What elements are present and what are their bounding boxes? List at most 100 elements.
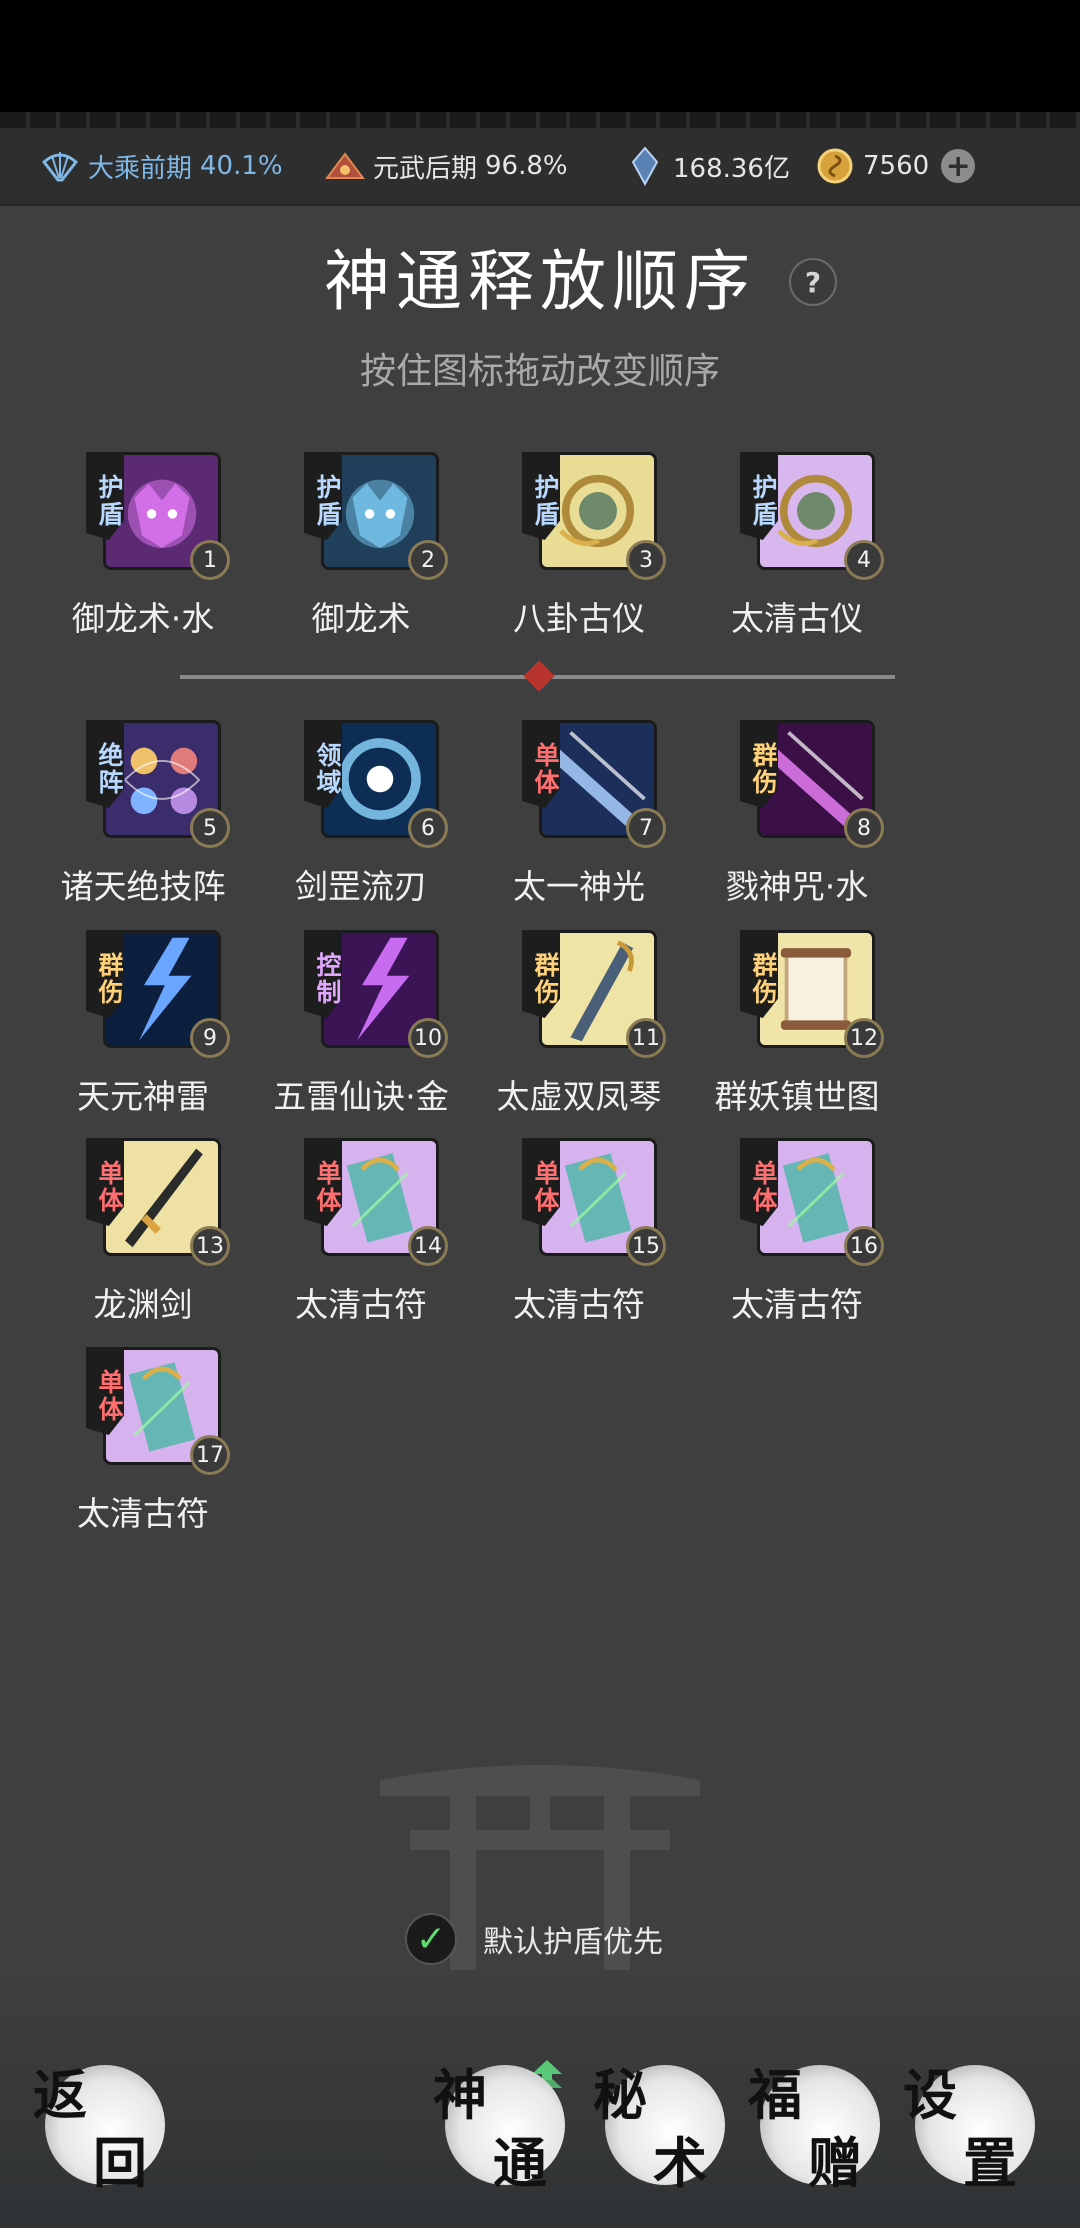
shield-first-option[interactable]: ✓ 默认护盾优先 bbox=[405, 1912, 663, 1966]
fan-icon bbox=[41, 152, 79, 182]
skill-tile[interactable]: 群伤 12 群妖镇世图 bbox=[697, 930, 897, 1120]
skill-order-number: 16 bbox=[844, 1226, 884, 1266]
skill-type-tag: 单体 bbox=[740, 1138, 778, 1226]
check-icon: ✓ bbox=[415, 1918, 447, 1960]
skill-type-tag: 护盾 bbox=[740, 452, 778, 540]
skill-tile[interactable]: 控制 10 五雷仙诀·金 bbox=[261, 930, 461, 1120]
skill-tile[interactable]: 护盾 4 太清古仪 bbox=[697, 452, 897, 642]
nav-tab-char-2: 术 bbox=[653, 2131, 707, 2195]
skill-type-tag: 群伤 bbox=[740, 930, 778, 1018]
skill-type-tag: 群伤 bbox=[86, 930, 124, 1018]
add-coins-button[interactable]: + bbox=[941, 149, 976, 184]
skill-tile[interactable]: 护盾 1 御龙术·水 bbox=[43, 452, 243, 642]
nav-tab-4[interactable]: 设置 bbox=[903, 2063, 1035, 2195]
nav-tab-1[interactable]: 神通 bbox=[433, 2063, 565, 2195]
nav-tab-char-1: 秘 bbox=[593, 2063, 647, 2127]
shield-divider bbox=[180, 660, 895, 692]
martial-stat[interactable]: 元武后期 96.8% bbox=[325, 128, 568, 204]
skill-order-number: 17 bbox=[190, 1435, 230, 1475]
skill-name: 太清古仪 bbox=[731, 599, 863, 638]
skill-order-number: 13 bbox=[190, 1226, 230, 1266]
skill-name: 八卦古仪 bbox=[513, 599, 645, 638]
skill-order-number: 15 bbox=[626, 1226, 666, 1266]
skill-order-number: 4 bbox=[844, 540, 884, 580]
skill-order-number: 3 bbox=[626, 540, 666, 580]
nav-tab-char-2: 置 bbox=[963, 2131, 1017, 2195]
skill-name: 太清古符 bbox=[731, 1285, 863, 1324]
skill-name: 五雷仙诀·金 bbox=[273, 1077, 449, 1116]
shield-first-checkbox[interactable]: ✓ bbox=[405, 1913, 457, 1965]
skill-type-tag: 单体 bbox=[522, 720, 560, 808]
realm-percent: 40.1% bbox=[200, 151, 283, 181]
skill-tile[interactable]: 群伤 8 戮神咒·水 bbox=[697, 720, 897, 910]
spirit-stone-stat[interactable]: 168.36亿 bbox=[625, 128, 790, 204]
martial-percent: 96.8% bbox=[485, 151, 568, 181]
skill-tile[interactable]: 单体 15 太清古符 bbox=[479, 1138, 679, 1328]
nav-tab-char-2: 通 bbox=[493, 2131, 547, 2195]
skill-tile[interactable]: 单体 14 太清古符 bbox=[261, 1138, 461, 1328]
top-black-bar bbox=[0, 0, 1080, 118]
help-button[interactable]: ? bbox=[789, 258, 837, 306]
skill-type-tag: 护盾 bbox=[86, 452, 124, 540]
skill-name: 太清古符 bbox=[77, 1494, 209, 1533]
skill-tile[interactable]: 单体 17 太清古符 bbox=[43, 1347, 243, 1537]
skill-order-number: 7 bbox=[626, 808, 666, 848]
skill-name: 群妖镇世图 bbox=[714, 1077, 880, 1116]
skill-name: 太虚双凤琴 bbox=[496, 1077, 662, 1116]
skill-name: 诸天绝技阵 bbox=[60, 867, 226, 906]
skill-name: 太一神光 bbox=[513, 867, 645, 906]
skill-name: 戮神咒·水 bbox=[725, 867, 869, 906]
status-bar: 大乘前期 40.1% 元武后期 96.8% 168.36亿 7560 + bbox=[0, 128, 1080, 206]
skill-tile[interactable]: 群伤 9 天元神雷 bbox=[43, 930, 243, 1120]
skill-name: 剑罡流刃 bbox=[295, 867, 427, 906]
skill-order-number: 2 bbox=[408, 540, 448, 580]
realm-label: 大乘前期 bbox=[88, 153, 193, 184]
nav-tab-2[interactable]: 秘术 bbox=[593, 2063, 725, 2195]
crystal-icon bbox=[631, 146, 659, 186]
skill-type-tag: 单体 bbox=[86, 1138, 124, 1226]
skill-name: 太清古符 bbox=[295, 1285, 427, 1324]
skill-name: 御龙术·水 bbox=[71, 599, 215, 638]
skill-order-number: 5 bbox=[190, 808, 230, 848]
skill-tile[interactable]: 单体 13 龙渊剑 bbox=[43, 1138, 243, 1328]
nav-tab-char-1: 神 bbox=[433, 2063, 487, 2127]
coin-value: 7560 bbox=[863, 151, 930, 181]
skill-type-tag: 护盾 bbox=[522, 452, 560, 540]
skill-type-tag: 领域 bbox=[304, 720, 342, 808]
nav-tab-char-1: 设 bbox=[903, 2063, 957, 2127]
skill-type-tag: 护盾 bbox=[304, 452, 342, 540]
nav-tab-char-1: 福 bbox=[748, 2063, 802, 2127]
skill-tile[interactable]: 领域 6 剑罡流刃 bbox=[261, 720, 461, 910]
spirit-stone-value: 168.36亿 bbox=[673, 153, 790, 184]
skill-tile[interactable]: 护盾 3 八卦古仪 bbox=[479, 452, 679, 642]
realm-stat[interactable]: 大乘前期 40.1% bbox=[40, 128, 283, 204]
mountain-icon bbox=[325, 152, 365, 179]
martial-label: 元武后期 bbox=[373, 153, 478, 184]
back-char-2: 回 bbox=[93, 2131, 147, 2195]
skill-order-number: 1 bbox=[190, 540, 230, 580]
back-char-1: 返 bbox=[33, 2063, 87, 2127]
skill-order-number: 8 bbox=[844, 808, 884, 848]
nav-tab-char-2: 赠 bbox=[808, 2131, 862, 2195]
back-button[interactable]: 返 回 bbox=[33, 2063, 165, 2195]
skill-order-number: 12 bbox=[844, 1018, 884, 1058]
skill-tile[interactable]: 绝阵 5 诸天绝技阵 bbox=[43, 720, 243, 910]
nav-tab-3[interactable]: 福赠 bbox=[748, 2063, 880, 2195]
skill-tile[interactable]: 单体 7 太一神光 bbox=[479, 720, 679, 910]
skill-type-tag: 单体 bbox=[304, 1138, 342, 1226]
skill-type-tag: 绝阵 bbox=[86, 720, 124, 808]
skill-name: 龙渊剑 bbox=[93, 1285, 193, 1324]
page-subtitle: 按住图标拖动改变顺序 bbox=[359, 351, 720, 392]
page-title: 神通释放顺序 bbox=[324, 243, 756, 320]
skill-tile[interactable]: 群伤 11 太虚双凤琴 bbox=[479, 930, 679, 1120]
skill-order-number: 10 bbox=[408, 1018, 448, 1058]
skill-type-tag: 单体 bbox=[522, 1138, 560, 1226]
skill-type-tag: 控制 bbox=[304, 930, 342, 1018]
coin-stat[interactable]: 7560 + bbox=[815, 128, 976, 204]
skill-order-number: 9 bbox=[190, 1018, 230, 1058]
skill-type-tag: 群伤 bbox=[740, 720, 778, 808]
skill-order-number: 11 bbox=[626, 1018, 666, 1058]
skill-order-number: 14 bbox=[408, 1226, 448, 1266]
skill-tile[interactable]: 护盾 2 御龙术 bbox=[261, 452, 461, 642]
skill-tile[interactable]: 单体 16 太清古符 bbox=[697, 1138, 897, 1328]
